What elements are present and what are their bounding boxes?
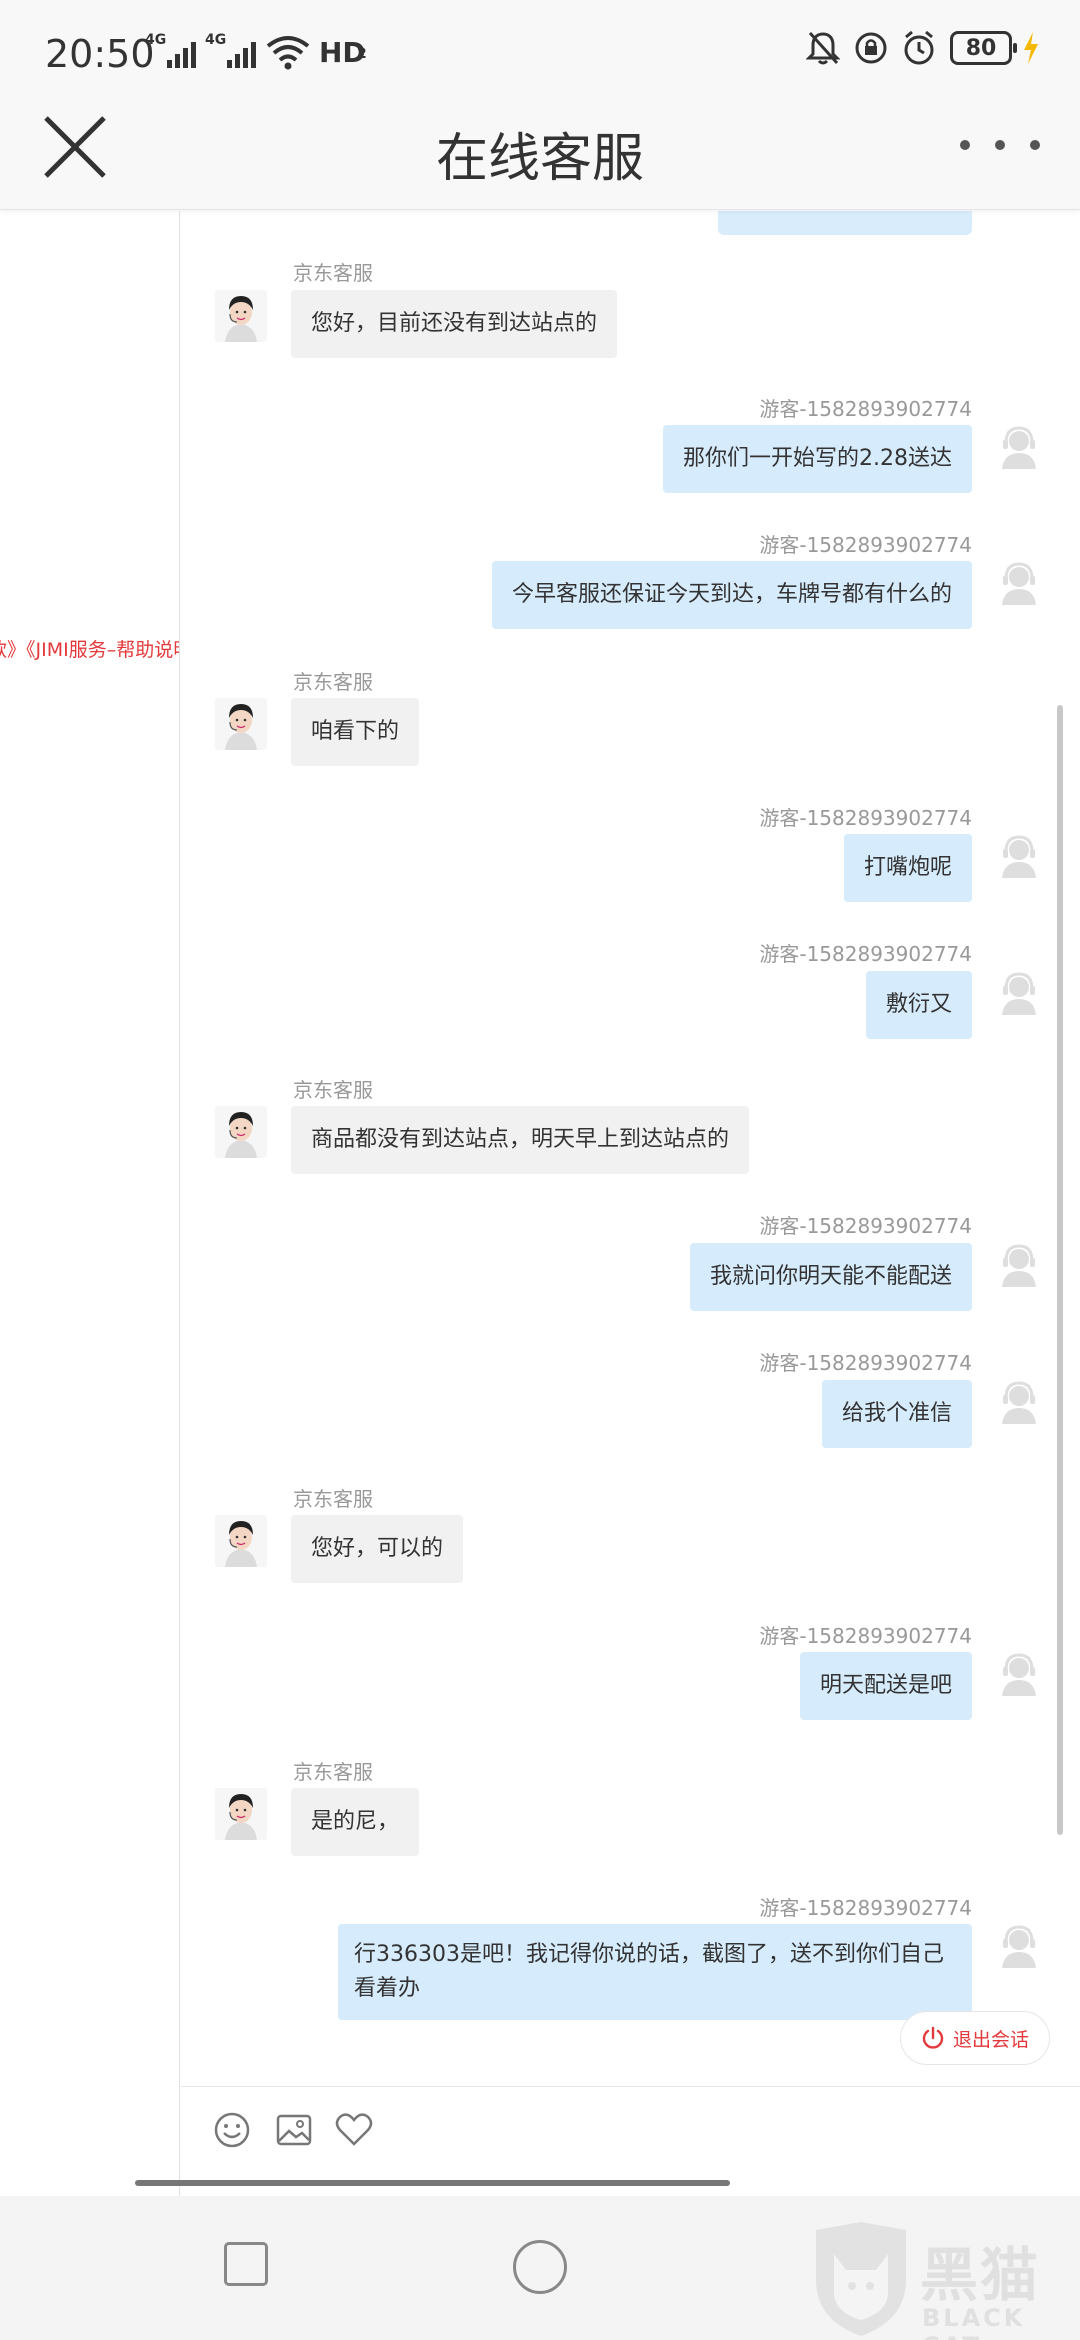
user-avatar: [996, 1652, 1042, 1698]
charging-icon: [1024, 32, 1038, 64]
agent-avatar: [215, 1788, 267, 1840]
user-avatar: [996, 1243, 1042, 1289]
sender-name: 京东客服: [293, 261, 373, 285]
chat-scrollbar[interactable]: [1057, 705, 1063, 1835]
dot: [995, 140, 1005, 150]
user-avatar: [996, 1924, 1042, 1970]
sender-name: 游客-1582893902774: [759, 942, 972, 966]
wifi-icon: [266, 36, 310, 70]
heart-icon[interactable]: [333, 2109, 375, 2151]
user-message-bubble: 敷衍又: [865, 971, 972, 1039]
user-avatar: [996, 834, 1042, 880]
page-title: 在线客服: [435, 129, 644, 189]
user-message-bubble: 今早客服还保证今天到达，车牌号都有什么的: [491, 561, 972, 629]
agent-avatar: [215, 1106, 267, 1158]
agent-avatar: [215, 290, 267, 342]
status-bar: 20:50 4G 4G HD 2 80: [0, 0, 1080, 100]
network-type-label: 4G: [205, 32, 227, 48]
more-options-button[interactable]: [960, 130, 1040, 160]
battery-level: 80: [965, 35, 997, 61]
user-message-bubble: 那你们一开始写的2.28送达: [663, 425, 972, 493]
user-avatar: [996, 971, 1042, 1017]
side-panel: 款》《JIMI服务–帮助说明》: [0, 211, 180, 2196]
agent-message-bubble: 是的尼，: [291, 1788, 420, 1856]
alarm-icon: [904, 30, 934, 65]
hd-sub-label: 2: [357, 46, 367, 62]
watermark-cn: 黑猫: [920, 2241, 1041, 2309]
agent-message-bubble: 商品都没有到达站点，明天早上到达站点的: [291, 1106, 750, 1174]
agent-message-bubble: 您好，可以的: [291, 1515, 464, 1583]
user-message-bubble: 行336303是吧！我记得你说的话，截图了，送不到你们自己看着办: [338, 1924, 972, 2020]
sender-name: 游客-1582893902774: [759, 1214, 972, 1238]
user-message-bubble: 明天配送是吧: [799, 1652, 972, 1720]
image-icon[interactable]: [273, 2109, 315, 2151]
watermark-en: BLACK CAT: [922, 2304, 1026, 2340]
sender-name: 京东客服: [293, 1078, 373, 1102]
network-type-label: 4G: [145, 32, 167, 48]
power-icon: [922, 2026, 944, 2049]
sender-name: 游客-1582893902774: [759, 1624, 972, 1648]
dot: [960, 140, 970, 150]
signal-icon: 4G: [145, 32, 197, 72]
gesture-bar[interactable]: [135, 2180, 730, 2186]
app-header: 在线客服: [0, 100, 1080, 210]
watermark: 黑猫 BLACK CAT: [806, 2220, 1076, 2340]
sender-name: 游客-1582893902774: [759, 533, 972, 557]
user-message-bubble: 我就问你明天能不能配送: [689, 1243, 972, 1311]
emoji-icon[interactable]: [211, 2109, 253, 2151]
user-message-bubble: 给我个准信: [821, 1380, 972, 1448]
recents-button[interactable]: [224, 2242, 268, 2286]
agent-message-bubble: 您好，目前还没有到达站点的: [291, 290, 618, 358]
dot: [1030, 140, 1040, 150]
status-icons-right: 80: [806, 30, 1040, 66]
sender-name: 游客-1582893902774: [759, 397, 972, 421]
agent-message-bubble: 咱看下的: [291, 698, 420, 766]
agent-avatar: [215, 1515, 267, 1567]
user-avatar: [996, 1380, 1042, 1426]
status-icons-left: 4G 4G HD 2: [145, 32, 369, 72]
user-avatar: [996, 425, 1042, 471]
user-message-bubble: 打嘴炮呢: [843, 834, 972, 902]
sender-name: 京东客服: [293, 1487, 373, 1511]
agent-avatar: [215, 698, 267, 750]
exit-session-button[interactable]: 退出会话: [900, 2011, 1050, 2065]
mute-bell-icon: [806, 31, 840, 65]
exit-session-label: 退出会话: [952, 2028, 1029, 2051]
status-time: 20:50: [45, 32, 155, 76]
home-button[interactable]: [513, 2240, 567, 2294]
black-cat-logo-icon: [816, 2222, 906, 2336]
sender-name: 游客-1582893902774: [759, 1896, 972, 1920]
sender-name: 游客-1582893902774: [759, 1351, 972, 1375]
sender-name: 游客-1582893902774: [759, 806, 972, 830]
signal-icon: 4G: [205, 32, 257, 72]
chat-area[interactable]: 京东客服 您好，目前还没有到达站点的 游客-1582893902774 那你们一…: [181, 211, 1080, 2086]
message-bubble-partial: [718, 211, 972, 235]
user-avatar: [996, 561, 1042, 607]
rotation-lock-icon: [855, 32, 887, 64]
sender-name: 京东客服: [293, 670, 373, 694]
help-link[interactable]: 款》《JIMI服务–帮助说明》: [0, 635, 179, 662]
sender-name: 京东客服: [293, 1760, 373, 1784]
hd-voice-icon: HD 2: [319, 32, 369, 72]
battery-icon: 80: [950, 31, 1017, 65]
